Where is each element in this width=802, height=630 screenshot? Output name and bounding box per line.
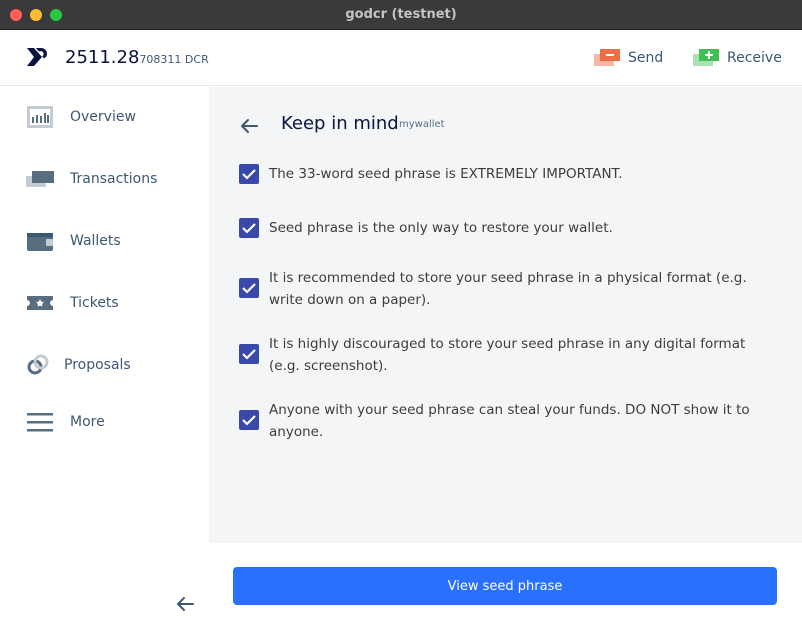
receive-button[interactable]: Receive [693, 45, 782, 71]
sidebar-item-label: Proposals [64, 357, 131, 373]
checklist-item[interactable]: It is recommended to store your seed phr… [239, 267, 779, 311]
transactions-icon [26, 171, 54, 187]
checklist-item[interactable]: Seed phrase is the only way to restore y… [239, 217, 779, 239]
checklist-item[interactable]: The 33-word seed phrase is EXTREMELY IMP… [239, 163, 779, 185]
send-label: Send [628, 50, 664, 66]
checkmark-icon [242, 283, 256, 294]
checklist-item[interactable]: It is highly discouraged to store your s… [239, 333, 779, 377]
checkmark-icon [242, 223, 256, 234]
sidebar-item-transactions[interactable]: Transactions [0, 159, 209, 199]
page-title: Keep in mind [281, 113, 399, 134]
wallet-balance: 2511.28708311 DCR [65, 47, 209, 68]
checklist-item-text: It is recommended to store your seed phr… [269, 270, 747, 308]
checklist-item-text: Seed phrase is the only way to restore y… [269, 220, 613, 236]
title-bar: godcr (testnet) [0, 0, 802, 30]
wallet-name-tag: mywallet [399, 119, 445, 130]
back-arrow-icon[interactable] [239, 117, 259, 135]
sidebar-item-label: Transactions [70, 171, 158, 187]
footer: View seed phrase [209, 543, 802, 630]
ticket-icon [27, 296, 53, 310]
sidebar: Overview Transactions Wallets Tickets Pr… [0, 87, 209, 630]
sidebar-item-tickets[interactable]: Tickets [0, 283, 209, 323]
receive-icon [693, 49, 719, 66]
receive-label: Receive [727, 50, 782, 66]
checkbox[interactable] [239, 164, 259, 184]
decred-logo-icon [27, 48, 47, 66]
checklist-item[interactable]: Anyone with your seed phrase can steal y… [239, 399, 779, 443]
balance-fraction: 708311 DCR [139, 53, 209, 66]
checkmark-icon [242, 415, 256, 426]
app-header: 2511.28708311 DCR Send Receive [0, 30, 802, 86]
checklist-item-text: Anyone with your seed phrase can steal y… [269, 402, 750, 440]
send-icon [594, 49, 620, 66]
sidebar-item-wallets[interactable]: Wallets [0, 221, 209, 261]
overview-icon [27, 106, 53, 128]
send-button[interactable]: Send [594, 45, 663, 71]
checkmark-icon [242, 169, 256, 180]
sidebar-item-more[interactable]: More [0, 402, 209, 442]
proposals-icon [27, 354, 49, 375]
checkbox[interactable] [239, 410, 259, 430]
sidebar-item-label: More [70, 414, 105, 430]
checklist-item-text: The 33-word seed phrase is EXTREMELY IMP… [269, 166, 623, 182]
sidebar-item-overview[interactable]: Overview [0, 97, 209, 137]
checklist-item-text: It is highly discouraged to store your s… [269, 336, 746, 374]
main-content: Keep in mind mywallet The 33-word seed p… [209, 87, 802, 543]
checkmark-icon [242, 349, 256, 360]
checkbox[interactable] [239, 218, 259, 238]
sidebar-item-label: Tickets [70, 295, 119, 311]
view-seed-phrase-button[interactable]: View seed phrase [233, 567, 777, 605]
sidebar-item-proposals[interactable]: Proposals [0, 345, 209, 385]
checkbox[interactable] [239, 278, 259, 298]
checkbox[interactable] [239, 344, 259, 364]
wallet-icon [27, 233, 53, 251]
menu-icon [27, 413, 53, 432]
window-title: godcr (testnet) [345, 7, 457, 22]
balance-main: 2511.28 [65, 47, 140, 68]
sidebar-item-label: Overview [70, 109, 136, 125]
sidebar-item-label: Wallets [70, 233, 121, 249]
collapse-sidebar-arrow-icon[interactable] [175, 595, 195, 613]
